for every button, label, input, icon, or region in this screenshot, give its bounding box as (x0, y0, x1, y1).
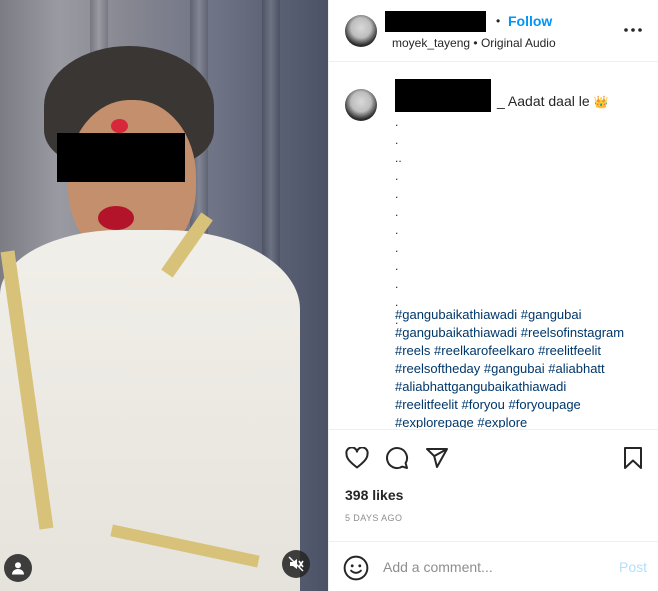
user-icon (12, 562, 24, 575)
caption-dot-line: . (395, 115, 399, 129)
redacted-name (385, 11, 486, 32)
lips-shape (98, 206, 134, 230)
like-button[interactable] (343, 444, 371, 472)
comment-input[interactable] (383, 556, 603, 578)
hashtag-link[interactable]: #reelsofinstagram (521, 325, 624, 340)
audio-toggle-button[interactable] (282, 550, 310, 578)
comment-icon (386, 447, 409, 470)
crown-emoji: 👑 (593, 95, 609, 109)
hashtag-link[interactable]: #gangubaikathiawadi (395, 325, 517, 340)
hashtag-link[interactable]: #aliabhattgangubaikathiawadi (395, 379, 566, 394)
heart-icon (345, 447, 369, 469)
caption-area: _ Aadat daal le 👑 . . .. . . . . . . . .… (329, 62, 658, 428)
separator-dot: • (496, 14, 501, 28)
share-icon (426, 448, 448, 468)
caption-text: _ Aadat daal le 👑 (497, 93, 608, 109)
hashtag-link[interactable]: #explore (477, 415, 527, 428)
post-comment-button[interactable]: Post (619, 559, 647, 575)
hashtag-link[interactable]: #gangubai (484, 361, 545, 376)
save-button[interactable] (619, 444, 647, 472)
likes-count[interactable]: 398 likes (345, 487, 403, 503)
hashtag-link[interactable]: #reelkarofeelkaro (434, 343, 534, 358)
instagram-post: • Follow moyek_tayeng • Original Audio _… (0, 0, 658, 591)
audio-link[interactable]: Original Audio (481, 36, 556, 50)
follow-button[interactable]: Follow (508, 13, 552, 29)
separator-dot: • (473, 36, 478, 50)
comment-button[interactable] (383, 444, 411, 472)
caption-dot-line: . (395, 169, 399, 183)
hashtag-link[interactable]: #reels (395, 343, 430, 358)
hashtag-link[interactable]: #foryoupage (509, 397, 581, 412)
tagged-users-button[interactable] (4, 554, 32, 582)
hashtag-link[interactable]: #gangubaikathiawadi (395, 307, 517, 322)
caption-dot-line: . (395, 187, 399, 201)
emoji-icon[interactable] (343, 555, 369, 581)
hashtag-link[interactable]: #reelsoftheday (395, 361, 480, 376)
post-media[interactable] (0, 0, 328, 591)
more-options-button[interactable] (621, 20, 645, 40)
caption-dot-line: . (395, 223, 399, 237)
caption-dot-line: . (395, 259, 399, 273)
share-button[interactable] (423, 444, 451, 472)
hashtag-link[interactable]: #reelitfeelit (395, 397, 458, 412)
author-avatar[interactable] (345, 15, 377, 47)
face-censor-bar (57, 133, 185, 182)
post-sidebar: • Follow moyek_tayeng • Original Audio _… (328, 0, 658, 591)
more-horizontal-icon (624, 28, 642, 32)
caption-dot-line: . (395, 205, 399, 219)
muted-speaker-icon (288, 556, 304, 572)
caption-dot-line: . (395, 277, 399, 291)
caption-dot-line: .. (395, 151, 402, 165)
hashtag-link[interactable]: #foryou (462, 397, 505, 412)
hashtag-link[interactable]: #reelitfeelit (538, 343, 601, 358)
action-bar (329, 429, 658, 485)
hashtag-link[interactable]: #gangubai (521, 307, 582, 322)
bindi-shape (111, 119, 128, 133)
caption-dots: . . .. . . . . . . . . . (395, 113, 402, 329)
redacted-name (395, 79, 491, 112)
caption-body: _ Aadat daal le (497, 93, 590, 109)
caption-dot-line: . (395, 133, 399, 147)
bookmark-icon (624, 447, 642, 469)
author-username[interactable]: moyek_tayeng (392, 36, 470, 50)
hashtag-list: #gangubaikathiawadi #gangubai #gangubaik… (395, 306, 653, 428)
caption-dot-line: . (395, 241, 399, 255)
post-subtitle: moyek_tayeng • Original Audio (392, 36, 556, 50)
hashtag-link[interactable]: #aliabhatt (548, 361, 604, 376)
add-comment-bar: Post (329, 541, 658, 591)
hashtag-link[interactable]: #explorepage (395, 415, 474, 428)
post-date[interactable]: 5 DAYS AGO (345, 513, 402, 523)
caption-author-avatar[interactable] (345, 89, 377, 121)
post-header: • Follow moyek_tayeng • Original Audio (329, 0, 658, 62)
